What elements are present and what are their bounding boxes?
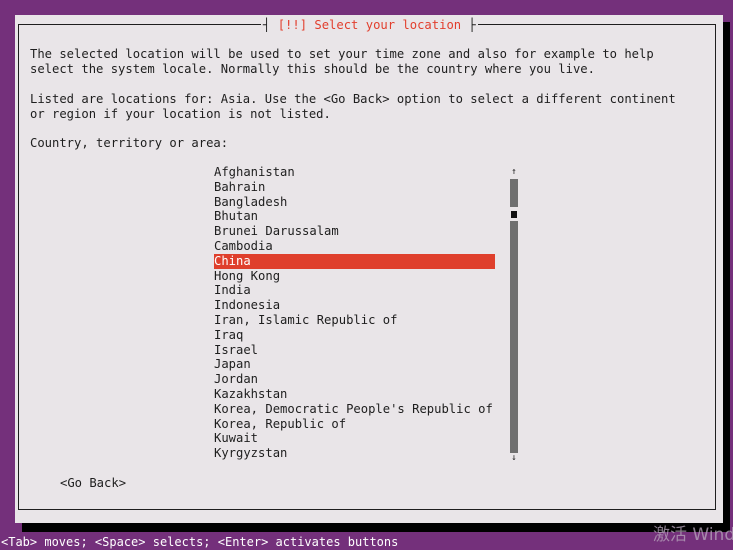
list-item[interactable]: Israel <box>214 343 495 358</box>
intro-line-2: select the system locale. Normally this … <box>30 62 595 76</box>
list-item[interactable]: Indonesia <box>214 298 495 313</box>
list-item[interactable]: Korea, Republic of <box>214 417 495 432</box>
title-right-border: ├ <box>461 18 476 32</box>
list-item[interactable]: Kyrgyzstan <box>214 446 495 461</box>
list-item[interactable]: Brunei Darussalam <box>214 224 495 239</box>
title-text: [!!] Select your location <box>277 18 462 32</box>
list-item[interactable]: Bahrain <box>214 180 495 195</box>
scrollbar[interactable] <box>510 179 518 453</box>
country-prompt: Country, territory or area: <box>30 136 229 150</box>
dialog-title: ┤ [!!] Select your location ├ <box>261 17 478 33</box>
listed-line-1: Listed are locations for: Asia. Use the … <box>30 92 676 106</box>
scroll-down-icon[interactable]: ↓ <box>510 453 518 463</box>
list-item[interactable]: Jordan <box>214 372 495 387</box>
scrollbar-thumb[interactable] <box>511 211 517 218</box>
list-item[interactable]: Korea, Democratic People's Republic of <box>214 402 495 417</box>
list-item[interactable]: Bhutan <box>214 209 495 224</box>
list-item[interactable]: Japan <box>214 357 495 372</box>
intro-line-1: The selected location will be used to se… <box>30 47 654 61</box>
list-item[interactable]: Kuwait <box>214 431 495 446</box>
go-back-button[interactable]: <Go Back> <box>60 476 126 491</box>
activation-watermark: 激活 Wind <box>653 525 733 545</box>
listed-line-2: or region if your location is not listed… <box>30 107 331 121</box>
keyboard-help-bar: <Tab> moves; <Space> selects; <Enter> ac… <box>1 535 399 549</box>
list-item[interactable]: Iraq <box>214 328 495 343</box>
list-item[interactable]: Hong Kong <box>214 269 495 284</box>
list-item[interactable]: Afghanistan <box>214 165 495 180</box>
list-item[interactable]: Cambodia <box>214 239 495 254</box>
country-list[interactable]: Afghanistan Bahrain Bangladesh Bhutan Br… <box>212 165 518 465</box>
list-item[interactable]: India <box>214 283 495 298</box>
list-item[interactable]: Kazakhstan <box>214 387 495 402</box>
title-left-border: ┤ <box>263 18 278 32</box>
scroll-up-icon[interactable]: ↑ <box>510 167 518 177</box>
list-item[interactable]: Bangladesh <box>214 195 495 210</box>
location-dialog: ┤ [!!] Select your location ├ The select… <box>15 15 723 523</box>
list-item[interactable]: Iran, Islamic Republic of <box>214 313 495 328</box>
list-item-selected[interactable]: China <box>214 253 495 269</box>
